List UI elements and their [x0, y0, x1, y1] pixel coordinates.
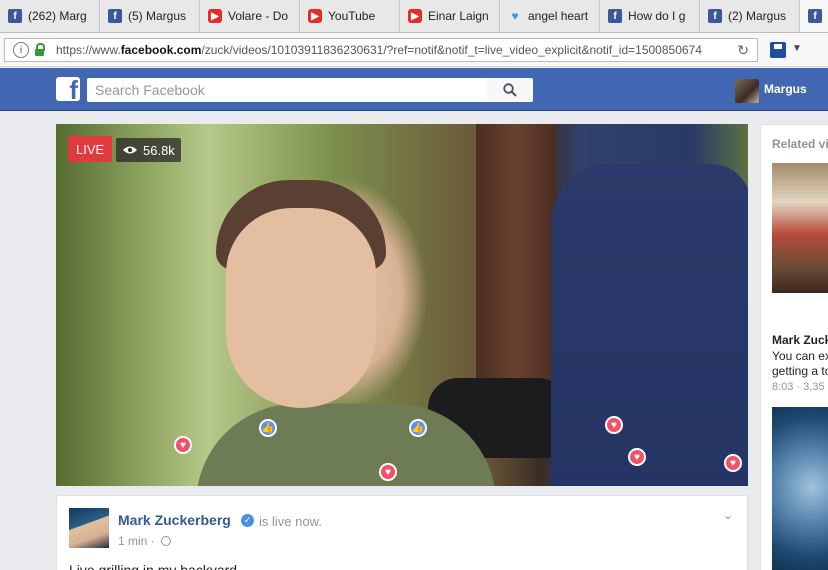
author-name-link[interactable]: Mark Zuckerberg: [118, 512, 231, 528]
save-icon[interactable]: [770, 42, 786, 58]
facebook-icon: f: [608, 9, 622, 23]
heart-reaction-icon: ♥: [379, 463, 397, 481]
heart-reaction-icon: ♥: [605, 416, 623, 434]
viewer-count: 56.8k: [143, 142, 175, 158]
browser-tab[interactable]: ▶ YouTube: [300, 0, 400, 32]
related-heading: Related videos: [772, 137, 828, 151]
eye-icon: [123, 146, 137, 154]
tab-title: Volare - Do: [228, 9, 289, 23]
browser-tab[interactable]: ▶ Volare - Do: [200, 0, 300, 32]
related-videos-panel: Related videos Mark Zuckerberg You can e…: [760, 124, 828, 570]
post-timestamp[interactable]: 1 min ·: [118, 534, 155, 548]
browser-tab[interactable]: f How do I g: [600, 0, 700, 32]
tab-title: (5) Margus: [128, 9, 187, 23]
facebook-header: f Search Facebook Margus: [0, 68, 828, 111]
tab-title: How do I g: [628, 9, 686, 23]
facebook-logo-letter: f: [69, 77, 78, 101]
browser-tab[interactable]: ♥ angel heart: [500, 0, 600, 32]
info-icon[interactable]: i: [13, 42, 29, 58]
video-scene-person: [551, 164, 748, 486]
facebook-logo[interactable]: f: [56, 77, 80, 101]
tab-title: (2) Margus: [728, 9, 787, 23]
browser-tab[interactable]: f (2) Margus: [700, 0, 800, 32]
post-text: Live grilling in my backyard: [69, 562, 238, 570]
tab-title: (262) Marg: [28, 9, 87, 23]
post-status: is live now.: [259, 514, 322, 529]
url-path: /zuck/videos/10103911836230631/?ref=noti…: [201, 43, 702, 57]
facebook-icon: f: [808, 9, 822, 23]
twitter-icon: ♥: [511, 9, 519, 23]
browser-tab[interactable]: ▶ Einar Laign: [400, 0, 500, 32]
youtube-icon: ▶: [208, 9, 222, 23]
live-video-player[interactable]: LIVE 56.8k ♥ 👍 ♥ 👍 ♥ ♥ ♥: [56, 124, 748, 486]
profile-name[interactable]: Margus: [764, 82, 807, 96]
avatar[interactable]: [735, 79, 759, 103]
reload-icon[interactable]: ↻: [737, 42, 749, 59]
tab-title: angel heart: [528, 9, 589, 23]
url-prefix: https://www.: [56, 43, 121, 57]
related-video-title[interactable]: Mark Zuckerberg: [772, 333, 828, 347]
chevron-down-icon[interactable]: ⌄: [723, 508, 733, 522]
like-reaction-icon: 👍: [259, 419, 277, 437]
heart-reaction-icon: ♥: [628, 448, 646, 466]
heart-reaction-icon: ♥: [724, 454, 742, 472]
globe-icon: [161, 536, 171, 546]
related-video-description: You can ex getting a to: [772, 349, 828, 379]
post-card: Mark Zuckerberg ✓ is live now. 1 min · ⌄…: [56, 495, 748, 570]
video-scene-face: [226, 208, 376, 408]
viewer-count-badge: 56.8k: [116, 138, 181, 162]
browser-tab-active[interactable]: f: [800, 0, 828, 32]
browser-tab-strip: f (262) Marg f (5) Margus ▶ Volare - Do ▶ Yo…: [0, 0, 828, 33]
related-desc-line: getting a to: [772, 364, 828, 378]
heart-reaction-icon: ♥: [174, 436, 192, 454]
related-video-meta: 8:03 · 3,35: [772, 381, 825, 393]
related-video-thumbnail[interactable]: [772, 407, 828, 570]
tab-title: Einar Laign: [428, 9, 489, 23]
verified-badge-icon: ✓: [241, 514, 254, 527]
like-reaction-icon: 👍: [409, 419, 427, 437]
youtube-icon: ▶: [408, 9, 422, 23]
related-desc-line: You can ex: [772, 349, 828, 363]
lock-icon: [35, 42, 45, 56]
live-badge: LIVE: [68, 136, 113, 162]
related-video-thumbnail[interactable]: [772, 163, 828, 293]
facebook-icon: f: [708, 9, 722, 23]
facebook-icon: f: [108, 9, 122, 23]
search-icon: [503, 83, 517, 97]
url-domain: facebook.com: [120, 43, 202, 57]
facebook-icon: f: [8, 9, 22, 23]
address-bar: i https://www.facebook.com/zuck/videos/1…: [0, 33, 828, 67]
browser-tab[interactable]: f (262) Marg: [0, 0, 100, 32]
search-input[interactable]: Search Facebook: [87, 78, 487, 102]
author-avatar[interactable]: [69, 508, 109, 548]
chevron-down-icon[interactable]: ▼: [792, 43, 802, 54]
url-text: https://www.facebook.com/zuck/videos/101…: [56, 43, 702, 57]
browser-tab[interactable]: f (5) Margus: [100, 0, 200, 32]
url-field[interactable]: i https://www.facebook.com/zuck/videos/1…: [4, 38, 758, 62]
tab-title: YouTube: [328, 9, 376, 23]
youtube-icon: ▶: [308, 9, 322, 23]
search-button[interactable]: [487, 78, 533, 102]
